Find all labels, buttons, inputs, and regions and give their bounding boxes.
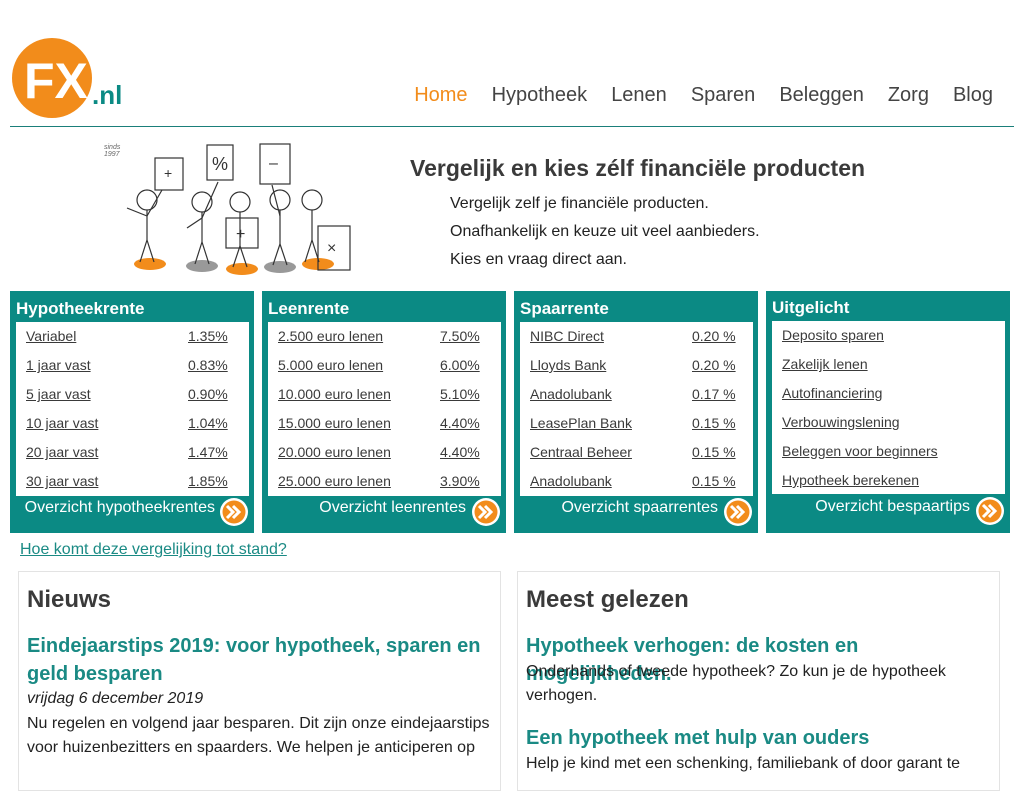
rate-value[interactable]: 4.40% bbox=[440, 413, 480, 433]
featured-link[interactable]: Autofinanciering bbox=[782, 383, 882, 403]
main-nav: Home Hypotheek Lenen Sparen Beleggen Zor… bbox=[390, 83, 993, 107]
rate-value[interactable]: 6.00% bbox=[440, 355, 480, 375]
rate-value[interactable]: 0.20 % bbox=[692, 355, 736, 375]
featured-link[interactable]: Verbouwingslening bbox=[782, 412, 900, 432]
featured-link[interactable]: Hypotheek berekenen bbox=[782, 470, 919, 490]
svg-text:+: + bbox=[164, 165, 172, 181]
overview-link[interactable]: Overzicht bespaartips bbox=[815, 498, 970, 516]
nav-zorg[interactable]: Zorg bbox=[888, 83, 929, 107]
rate-name[interactable]: 10 jaar vast bbox=[26, 413, 98, 433]
nav-home[interactable]: Home bbox=[414, 83, 467, 107]
panel-leenrente: Leenrente 2.500 euro lenen 7.50% 5.000 eu… bbox=[262, 291, 506, 533]
overview-link[interactable]: Overzicht spaarrentes bbox=[561, 499, 718, 517]
comparison-info-link[interactable]: Hoe komt deze vergelijking tot stand? bbox=[20, 541, 287, 559]
rate-name[interactable]: Anadolubank bbox=[530, 384, 612, 404]
rate-value[interactable]: 0.15 % bbox=[692, 442, 736, 462]
rate-name[interactable]: 15.000 euro lenen bbox=[278, 413, 391, 433]
rate-value[interactable]: 5.10% bbox=[440, 384, 480, 404]
svg-text:%: % bbox=[212, 154, 228, 174]
rate-value[interactable]: 1.04% bbox=[188, 413, 228, 433]
rate-value[interactable]: 1.85% bbox=[188, 471, 228, 491]
overview-link[interactable]: Overzicht hypotheekrentes bbox=[25, 499, 215, 517]
most-read-excerpt: Help je kind met een schenking, familieb… bbox=[526, 755, 961, 772]
news-article-title[interactable]: Eindejaarstips 2019: voor hypotheek, spa… bbox=[27, 632, 487, 688]
rate-name[interactable]: 25.000 euro lenen bbox=[278, 471, 391, 491]
rate-name[interactable]: Centraal Beheer bbox=[530, 442, 632, 462]
panel-spaarrente: Spaarrente NIBC Direct 0.20 % Lloyds Bank… bbox=[514, 291, 758, 533]
overview-link[interactable]: Overzicht leenrentes bbox=[319, 499, 466, 517]
double-arrow-icon[interactable] bbox=[471, 497, 501, 527]
hero-line: Kies en vraag direct aan. bbox=[450, 251, 627, 268]
rate-name[interactable]: 30 jaar vast bbox=[26, 471, 98, 491]
rate-name[interactable]: Variabel bbox=[26, 326, 76, 346]
nav-beleggen[interactable]: Beleggen bbox=[779, 83, 864, 107]
hero-title: Vergelijk en kies zélf financiële produc… bbox=[410, 155, 866, 181]
logo-suffix: .nl bbox=[92, 80, 122, 110]
svg-text:–: – bbox=[269, 155, 278, 172]
nav-lenen[interactable]: Lenen bbox=[611, 83, 667, 107]
news-date: vrijdag 6 december 2019 bbox=[27, 690, 204, 707]
rate-name[interactable]: LeasePlan Bank bbox=[530, 413, 632, 433]
panel-hypotheekrente: Hypotheekrente Variabel 1.35% 1 jaar vast… bbox=[10, 291, 254, 533]
featured-list: Deposito sparen Zakelijk lenen Autofinan… bbox=[772, 321, 1005, 494]
panel-title: Spaarrente bbox=[520, 299, 609, 318]
news-heading: Nieuws bbox=[27, 586, 112, 613]
rate-list: Variabel 1.35% 1 jaar vast 0.83% 5 jaar va… bbox=[16, 322, 249, 496]
double-arrow-icon[interactable] bbox=[723, 497, 753, 527]
most-read-card: Meest gelezen Hypotheek verhogen: de kos… bbox=[517, 571, 1000, 791]
rate-value[interactable]: 1.47% bbox=[188, 442, 228, 462]
rate-list: 2.500 euro lenen 7.50% 5.000 euro lenen 6.… bbox=[268, 322, 501, 496]
rate-list: NIBC Direct 0.20 % Lloyds Bank 0.20 % Anad… bbox=[520, 322, 753, 496]
rate-value[interactable]: 0.15 % bbox=[692, 471, 736, 491]
hero-line: Vergelijk zelf je financiële producten. bbox=[450, 195, 709, 212]
rate-name[interactable]: 2.500 euro lenen bbox=[278, 326, 383, 346]
rate-value[interactable]: 0.17 % bbox=[692, 384, 736, 404]
rate-value[interactable]: 7.50% bbox=[440, 326, 480, 346]
nav-blog[interactable]: Blog bbox=[953, 83, 993, 107]
rate-name[interactable]: 20 jaar vast bbox=[26, 442, 98, 462]
rate-value[interactable]: 3.90% bbox=[440, 471, 480, 491]
rate-name[interactable]: Lloyds Bank bbox=[530, 355, 606, 375]
most-read-heading: Meest gelezen bbox=[526, 586, 689, 613]
rate-name[interactable]: 1 jaar vast bbox=[26, 355, 91, 375]
news-card: Nieuws Eindejaarstips 2019: voor hypothe… bbox=[18, 571, 501, 791]
panel-uitgelicht: Uitgelicht Deposito sparen Zakelijk lene… bbox=[766, 291, 1010, 533]
nav-sparen[interactable]: Sparen bbox=[691, 83, 756, 107]
hero-illustration: + % + – × bbox=[122, 140, 357, 280]
hero-line: Onafhankelijk en keuze uit veel aanbiede… bbox=[450, 223, 760, 240]
most-read-excerpt: Onderhands of tweede hypotheek? Zo kun j… bbox=[526, 663, 946, 704]
nav-hypotheek[interactable]: Hypotheek bbox=[492, 83, 588, 107]
logo-text: FX bbox=[24, 53, 88, 109]
rate-value[interactable]: 4.40% bbox=[440, 442, 480, 462]
featured-link[interactable]: Beleggen voor beginners bbox=[782, 441, 938, 461]
rate-name[interactable]: Anadolubank bbox=[530, 471, 612, 491]
featured-link[interactable]: Zakelijk lenen bbox=[782, 354, 868, 374]
hero-bullets: Vergelijk zelf je financiële producten. … bbox=[450, 190, 760, 274]
rate-name[interactable]: NIBC Direct bbox=[530, 326, 604, 346]
svg-text:+: + bbox=[236, 226, 245, 243]
site-logo[interactable]: FX .nl sinds 1997 bbox=[12, 36, 137, 158]
most-read-title[interactable]: Een hypotheek met hulp van ouders bbox=[526, 724, 996, 752]
panel-title: Leenrente bbox=[268, 299, 350, 318]
rate-name[interactable]: 5.000 euro lenen bbox=[278, 355, 383, 375]
rate-value[interactable]: 0.20 % bbox=[692, 326, 736, 346]
rate-value[interactable]: 0.83% bbox=[188, 355, 228, 375]
panel-title: Hypotheekrente bbox=[16, 299, 145, 318]
rate-name[interactable]: 5 jaar vast bbox=[26, 384, 91, 404]
panel-title: Uitgelicht bbox=[772, 298, 850, 317]
featured-link[interactable]: Deposito sparen bbox=[782, 325, 884, 345]
rate-name[interactable]: 10.000 euro lenen bbox=[278, 384, 391, 404]
header-divider bbox=[10, 126, 1014, 127]
rate-value[interactable]: 0.15 % bbox=[692, 413, 736, 433]
double-arrow-icon[interactable] bbox=[219, 497, 249, 527]
double-arrow-icon[interactable] bbox=[975, 496, 1005, 526]
rate-name[interactable]: 20.000 euro lenen bbox=[278, 442, 391, 462]
rate-value[interactable]: 0.90% bbox=[188, 384, 228, 404]
news-excerpt: Nu regelen en volgend jaar besparen. Dit… bbox=[27, 715, 490, 756]
svg-text:×: × bbox=[327, 240, 336, 257]
rate-value[interactable]: 1.35% bbox=[188, 326, 228, 346]
